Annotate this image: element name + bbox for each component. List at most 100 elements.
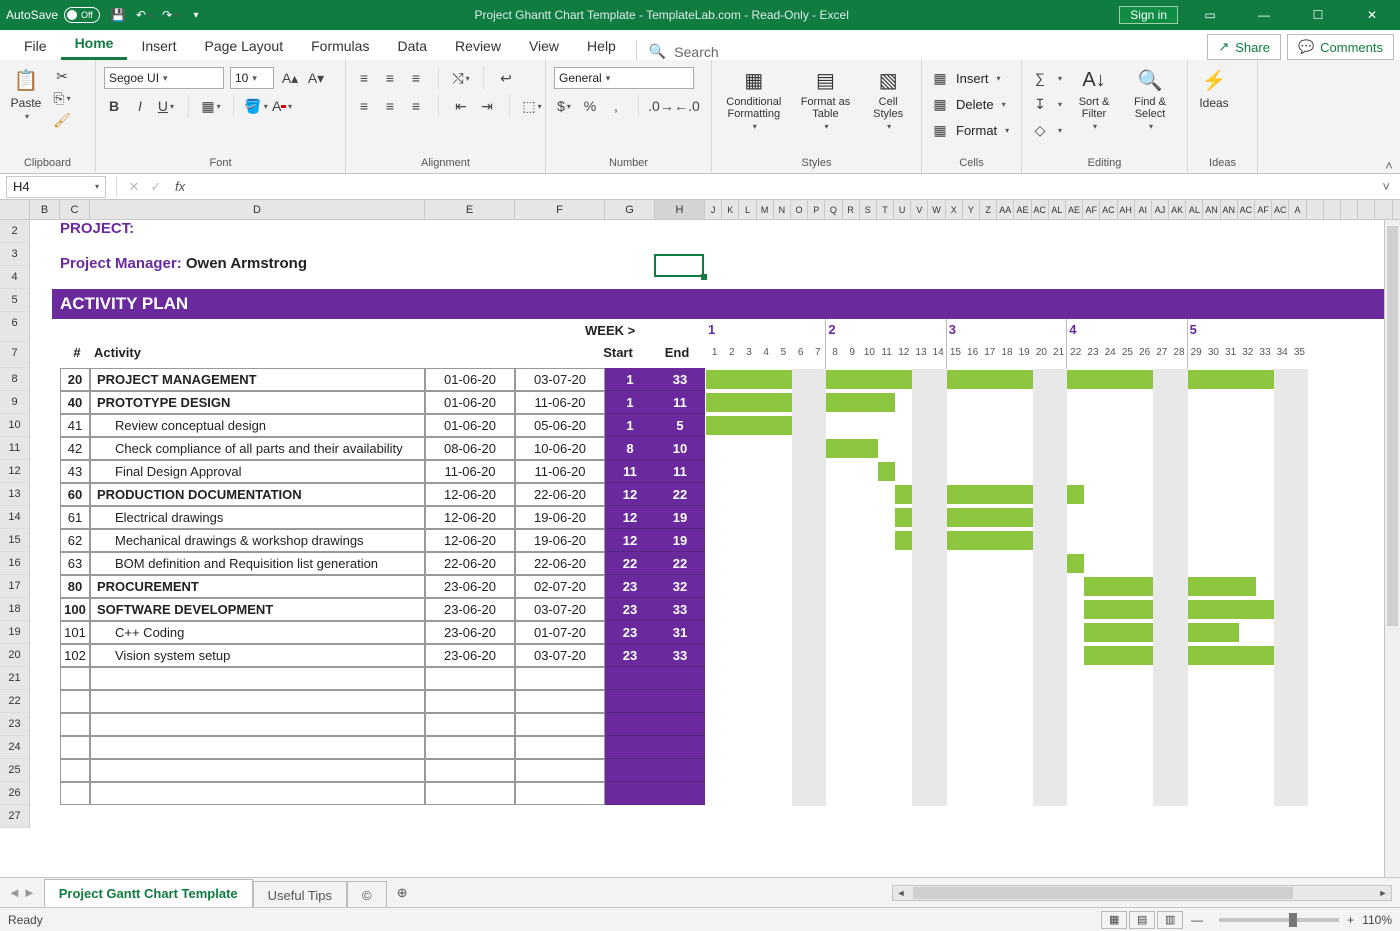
align-left-icon[interactable]: ≡ [354,96,374,116]
col-header[interactable]: AC [1032,200,1049,219]
font-size-combo[interactable]: 10▾ [230,67,274,89]
row-header[interactable]: 12 [0,460,30,483]
col-header[interactable]: J [705,200,722,219]
row-header[interactable]: 2 [0,220,30,243]
row-header[interactable]: 22 [0,690,30,713]
delete-cells-button[interactable]: ▦Delete▾ [930,92,1006,116]
bold-icon[interactable]: B [104,96,124,116]
row-header[interactable]: 3 [0,243,30,266]
tab-help[interactable]: Help [573,32,630,60]
find-select-button[interactable]: 🔍Find & Select▾ [1126,66,1174,131]
decrease-decimal-icon[interactable]: ←.0 [677,96,697,116]
horizontal-scrollbar[interactable]: ◄ ► [892,885,1392,901]
col-header[interactable]: D [90,200,425,219]
select-all-triangle[interactable] [0,200,30,219]
insert-cells-button[interactable]: ▦Insert▾ [930,66,1001,90]
col-header[interactable]: L [739,200,756,219]
signin-button[interactable]: Sign in [1119,6,1178,24]
align-right-icon[interactable]: ≡ [406,96,426,116]
align-middle-icon[interactable]: ≡ [380,68,400,88]
worksheet-grid[interactable]: 2345678910111213141516171819202122232425… [0,220,1384,877]
col-header[interactable]: AI [1135,200,1152,219]
col-header[interactable] [1358,200,1375,219]
row-header[interactable]: 19 [0,621,30,644]
col-header[interactable]: R [843,200,860,219]
col-header[interactable]: AF [1255,200,1272,219]
row-header[interactable]: 27 [0,805,30,828]
row-header[interactable]: 5 [0,289,30,312]
decrease-font-icon[interactable]: A▾ [306,68,326,88]
scrollbar-thumb[interactable] [913,887,1293,899]
col-header[interactable]: M [757,200,774,219]
col-header[interactable]: T [877,200,894,219]
scrollbar-thumb[interactable] [1387,226,1398,626]
wrap-text-icon[interactable]: ↩ [496,68,516,88]
conditional-formatting-button[interactable]: ▦Conditional Formatting▾ [720,66,788,131]
ribbon-display-icon[interactable]: ▭ [1188,8,1232,22]
vertical-scrollbar[interactable] [1384,220,1400,877]
zoom-in-icon[interactable]: + [1347,913,1354,927]
align-center-icon[interactable]: ≡ [380,96,400,116]
redo-icon[interactable]: ↷▾ [162,7,178,23]
col-header[interactable]: K [722,200,739,219]
autosave-toggle[interactable]: AutoSave Off [6,7,100,23]
row-header[interactable]: 17 [0,575,30,598]
share-button[interactable]: ↗Share [1207,34,1281,60]
tab-formulas[interactable]: Formulas [297,32,383,60]
row-header[interactable]: 25 [0,759,30,782]
format-painter-icon[interactable]: 🖌 [52,110,72,130]
col-header[interactable]: AA [997,200,1014,219]
row-header[interactable]: 4 [0,266,30,289]
row-header[interactable]: 10 [0,414,30,437]
zoom-out-icon[interactable]: — [1191,913,1203,927]
ideas-button[interactable]: ⚡Ideas [1196,66,1232,110]
row-header[interactable]: 9 [0,391,30,414]
tell-me-search[interactable]: 🔍 Search [649,43,719,60]
sort-filter-button[interactable]: A↓Sort & Filter▾ [1070,66,1118,131]
col-header[interactable]: B [30,200,60,219]
col-header[interactable]: AN [1203,200,1220,219]
increase-indent-icon[interactable]: ⇥ [477,96,497,116]
accounting-icon[interactable]: $▾ [554,96,574,116]
sheet-tab[interactable]: Useful Tips [253,881,347,909]
tab-data[interactable]: Data [383,32,441,60]
zoom-level[interactable]: 110% [1362,913,1392,927]
row-header[interactable]: 14 [0,506,30,529]
col-header[interactable]: A [1289,200,1306,219]
format-cells-button[interactable]: ▦Format▾ [930,118,1009,142]
col-header[interactable]: AC [1238,200,1255,219]
col-header[interactable]: C [60,200,90,219]
align-bottom-icon[interactable]: ≡ [406,68,426,88]
row-header[interactable]: 20 [0,644,30,667]
comma-icon[interactable]: , [606,96,626,116]
row-header[interactable]: 15 [0,529,30,552]
fill-button[interactable]: ↧▾ [1030,92,1062,116]
paste-button[interactable]: 📋 Paste▾ [8,66,44,121]
tab-home[interactable]: Home [61,29,128,60]
fx-icon[interactable]: fx [175,179,185,194]
row-header[interactable]: 23 [0,713,30,736]
merge-icon[interactable]: ⬚▾ [522,96,542,116]
add-sheet-button[interactable]: ⊕ [387,879,418,907]
col-header[interactable]: F [515,200,605,219]
col-header[interactable] [1324,200,1341,219]
row-header[interactable]: 21 [0,667,30,690]
col-header[interactable]: Y [963,200,980,219]
tab-file[interactable]: File [10,32,61,60]
col-header[interactable]: H [655,200,705,219]
col-header[interactable]: AE [1014,200,1031,219]
decrease-indent-icon[interactable]: ⇤ [451,96,471,116]
col-header[interactable]: AE [1066,200,1083,219]
cell-styles-button[interactable]: ▧Cell Styles▾ [863,66,913,131]
col-header[interactable]: AJ [1152,200,1169,219]
number-format-combo[interactable]: General▾ [554,67,694,89]
col-header[interactable]: P [808,200,825,219]
orientation-icon[interactable]: ⤭▾ [451,68,471,88]
formula-input[interactable] [193,176,1382,198]
row-header[interactable]: 8 [0,368,30,391]
col-header[interactable] [1341,200,1358,219]
fill-color-icon[interactable]: 🪣▾ [246,96,266,116]
increase-decimal-icon[interactable]: .0→ [651,96,671,116]
col-header[interactable]: AK [1169,200,1186,219]
col-header[interactable]: V [911,200,928,219]
